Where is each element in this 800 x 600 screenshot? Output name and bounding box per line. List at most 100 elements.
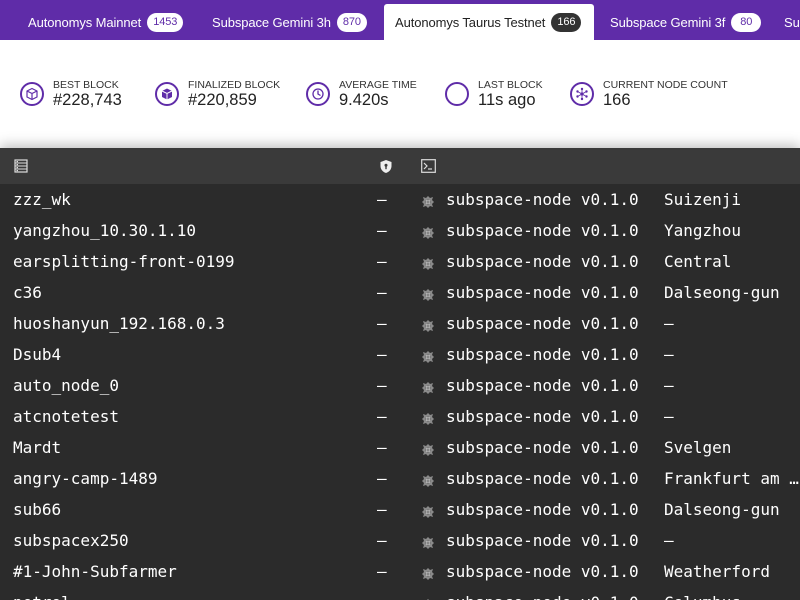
node-location: Yangzhou [664,221,742,240]
validator-value: – [377,314,387,333]
table-row[interactable]: earsplitting-front-0199 – subspace-node v0… [0,246,800,277]
terminal-icon[interactable] [421,159,436,178]
timer-icon [306,82,330,106]
tab-autonomys-mainnet[interactable]: Autonomys Mainnet 1453 [12,4,199,40]
tab-label: Autonomys Mainnet [28,14,142,30]
stat-label: BEST BLOCK [53,79,119,91]
tab-label: Autonomys Taurus Testnet [395,14,546,30]
node-name: yangzhou_10.30.1.10 [13,221,197,240]
node-location: – [664,407,674,426]
node-implementation: subspace-node v0.1.0 [446,562,639,581]
stat-label: LAST BLOCK [478,79,543,91]
table-row[interactable]: zzz_wk – subspace-node v0.1.0 Suizenji [0,184,800,215]
tab-subspace-gemini-3f[interactable]: Subspace Gemini 3f 80 [594,4,777,40]
stat-value: #220,859 [188,91,257,109]
clock-icon [445,82,469,106]
table-row[interactable]: #1-John-Subfarmer – subspace-node v0.1.0 We… [0,556,800,587]
node-implementation: subspace-node v0.1.0 [446,376,639,395]
table-row[interactable]: yangzhou_10.30.1.10 – subspace-node v0.1.0… [0,215,800,246]
stat-value: 11s ago [478,91,536,109]
tab-overflow-partial[interactable]: Su [768,4,800,40]
tab-count-badge: 166 [551,12,582,32]
validator-value: – [377,376,387,395]
node-list-table: zzz_wk – subspace-node v0.1.0 Suizenji yangz… [0,148,800,600]
validator-value: – [377,190,387,209]
node-implementation: subspace-node v0.1.0 [446,407,639,426]
node-name: zzz_wk [13,190,71,209]
validator-value: – [377,283,387,302]
table-row[interactable]: sub66 – subspace-node v0.1.0 Dalseong-gun [0,494,800,525]
server-icon[interactable] [14,159,28,178]
substrate-node-icon [421,535,435,554]
table-row[interactable]: Dsub4 – subspace-node v0.1.0 – [0,339,800,370]
substrate-node-icon [421,566,435,585]
table-row[interactable]: Mardt – subspace-node v0.1.0 Svelgen [0,432,800,463]
table-row[interactable]: petrol – subspace-node v0.1.0 Columbus [0,587,800,600]
node-name: atcnotetest [13,407,119,426]
table-row[interactable]: auto_node_0 – subspace-node v0.1.0 – [0,370,800,401]
table-row[interactable]: atcnotetest – subspace-node v0.1.0 – [0,401,800,432]
substrate-node-icon [421,380,435,399]
node-implementation: subspace-node v0.1.0 [446,314,639,333]
validator-value: – [377,345,387,364]
substrate-node-icon [421,194,435,213]
table-row[interactable]: c36 – subspace-node v0.1.0 Dalseong-gun [0,277,800,308]
node-location: Suizenji [664,190,742,209]
node-location: Weatherford [664,562,770,581]
stat-value: 9.420s [339,91,389,109]
node-implementation: subspace-node v0.1.0 [446,190,639,209]
node-implementation: subspace-node v0.1.0 [446,438,639,457]
node-location: Columbus [664,593,800,600]
validator-value: – [377,469,387,488]
node-location: – [664,345,674,364]
tab-subspace-gemini-3h[interactable]: Subspace Gemini 3h 870 [196,4,383,40]
substrate-node-icon [421,225,435,244]
table-row[interactable]: angry-camp-1489 – subspace-node v0.1.0 Fran… [0,463,800,494]
node-name: #1-John-Subfarmer [13,562,177,581]
node-implementation: subspace-node v0.1.0 [446,531,639,550]
substrate-node-icon [421,287,435,306]
node-name: petrol [13,593,71,600]
validator-value: – [377,531,387,550]
validator-value: – [377,562,387,581]
node-implementation: subspace-node v0.1.0 [446,469,639,488]
chain-stats-panel: BEST BLOCK #228,743 FINALIZED BLOCK #220… [0,40,800,148]
stat-value: 166 [603,91,631,109]
tab-count-badge: 80 [731,12,762,32]
node-location: – [664,376,674,395]
node-location: – [664,531,674,550]
node-name: c36 [13,283,42,302]
node-location: Central [664,252,732,271]
validator-value: – [377,438,387,457]
tab-label: Su [784,14,800,30]
node-name: huoshanyun_192.168.0.3 [13,314,225,333]
node-implementation: subspace-node v0.1.0 [446,221,639,240]
finalized-cube-icon [155,82,179,106]
node-implementation: subspace-node v0.1.0 [446,500,639,519]
tab-label: Subspace Gemini 3h [212,14,331,30]
substrate-node-icon [421,349,435,368]
substrate-node-icon [421,442,435,461]
node-name: angry-camp-1489 [13,469,158,488]
tab-autonomys-taurus-testnet[interactable]: Autonomys Taurus Testnet 166 [384,4,594,40]
node-location: Svelgen [664,438,732,457]
substrate-node-icon [421,256,435,275]
node-implementation: subspace-node v0.1.0 [446,283,639,302]
substrate-node-icon [421,318,435,337]
substrate-node-icon [421,504,435,523]
substrate-node-icon [421,473,435,492]
tab-count-badge: 1453 [147,12,184,32]
stat-label: CURRENT NODE COUNT [603,79,728,91]
validator-value: – [377,252,387,271]
node-name: auto_node_0 [13,376,119,395]
cube-icon [20,82,44,106]
node-name: sub66 [13,500,62,519]
node-implementation: subspace-node v0.1.0 [446,252,639,271]
validator-value: – [377,593,387,600]
substrate-node-icon [421,411,435,430]
table-row[interactable]: huoshanyun_192.168.0.3 – subspace-node v0.… [0,308,800,339]
validator-value: – [377,221,387,240]
table-row[interactable]: subspacex250 – subspace-node v0.1.0 – [0,525,800,556]
stat-label: AVERAGE TIME [339,79,417,91]
shield-icon[interactable] [379,159,393,179]
